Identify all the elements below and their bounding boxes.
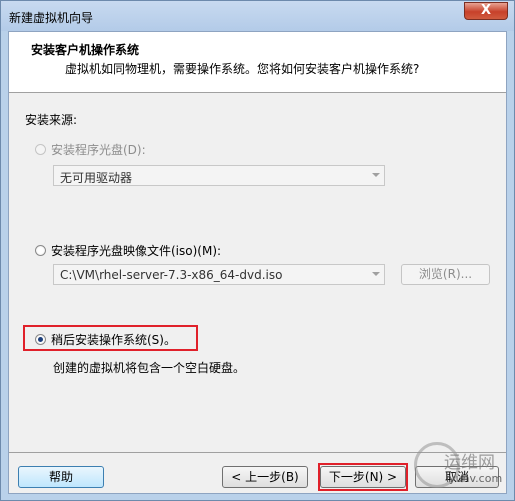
install-source-label: 安装来源:	[25, 113, 78, 127]
cancel-button[interactable]: 取消	[415, 466, 499, 488]
iso-option-label: 安装程序光盘映像文件(iso)(M):	[51, 244, 222, 258]
drive-dropdown[interactable]: 无可用驱动器	[53, 165, 385, 186]
next-button[interactable]: 下一步(N) >	[320, 466, 406, 488]
close-icon: X	[480, 3, 492, 18]
page-title: 安装客户机操作系统	[31, 43, 140, 57]
page-subtitle: 虚拟机如同物理机，需要操作系统。您将如何安装客户机操作系统?	[65, 62, 420, 76]
iso-radio[interactable]	[35, 245, 46, 256]
back-button[interactable]: < 上一步(B)	[222, 466, 308, 488]
browse-button[interactable]: 浏览(R)...	[401, 264, 490, 285]
iso-path-dropdown[interactable]: C:\VM\rhel-server-7.3-x86_64-dvd.iso	[53, 264, 385, 285]
later-option-label: 稍后安装操作系统(S)。	[51, 333, 176, 347]
window-title: 新建虚拟机向导	[9, 11, 94, 25]
iso-option[interactable]: 安装程序光盘映像文件(iso)(M):	[35, 242, 221, 259]
disc-radio[interactable]	[35, 144, 46, 155]
drive-dropdown-value: 无可用驱动器	[60, 171, 133, 185]
header-panel: 安装客户机操作系统 虚拟机如同物理机，需要操作系统。您将如何安装客户机操作系统?	[9, 32, 506, 93]
wizard-window: 新建虚拟机向导 X 安装客户机操作系统 虚拟机如同物理机，需要操作系统。您将如何…	[0, 0, 515, 501]
later-option[interactable]: 稍后安装操作系统(S)。	[35, 331, 176, 348]
close-button[interactable]: X	[464, 2, 508, 20]
later-option-description: 创建的虚拟机将包含一个空白硬盘。	[53, 361, 246, 375]
chevron-down-icon	[372, 272, 380, 276]
chevron-down-icon	[372, 173, 380, 177]
title-bar[interactable]: 新建虚拟机向导 X	[1, 1, 514, 31]
disc-option-label: 安装程序光盘(D):	[51, 143, 146, 157]
wizard-body: 安装客户机操作系统 虚拟机如同物理机，需要操作系统。您将如何安装客户机操作系统?…	[8, 31, 507, 494]
footer-divider	[9, 452, 506, 453]
iso-path-value: C:\VM\rhel-server-7.3-x86_64-dvd.iso	[60, 268, 283, 282]
disc-option[interactable]: 安装程序光盘(D):	[35, 141, 146, 158]
help-button[interactable]: 帮助	[18, 466, 104, 488]
later-radio[interactable]	[35, 334, 46, 345]
